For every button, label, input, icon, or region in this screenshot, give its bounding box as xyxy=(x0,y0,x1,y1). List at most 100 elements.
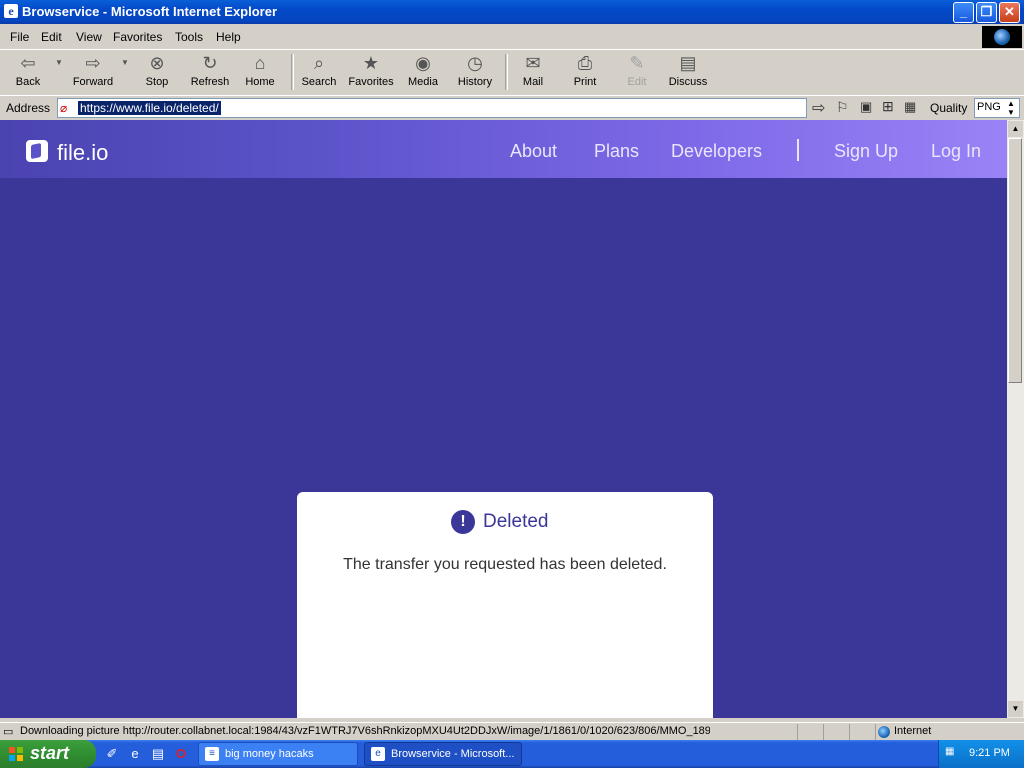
home-button[interactable]: ⌂ Home xyxy=(242,52,278,92)
favorites-button[interactable]: ★ Favorites xyxy=(346,52,396,92)
status-bar: ▭ Downloading picture http://router.coll… xyxy=(0,722,1024,741)
nav-developers[interactable]: Developers xyxy=(671,141,762,162)
go-arrow-icon[interactable]: ⇨ xyxy=(812,98,825,118)
quality-select[interactable]: PNG ▲ ▼ xyxy=(974,98,1020,118)
card-title: Deleted xyxy=(483,511,549,532)
minimize-button[interactable]: _ xyxy=(953,2,974,23)
clipboard-icon[interactable]: ▦ xyxy=(904,99,916,115)
toolbar: ⇦ Back ▼ ⇨ Forward ▼ ⊗ Stop ↻ Refresh ⌂ … xyxy=(0,49,1024,94)
windows-flag-icon xyxy=(9,747,23,761)
menu-bar: File Edit View Favorites Tools Help xyxy=(0,26,980,46)
nav-about[interactable]: About xyxy=(510,141,557,162)
discuss-button[interactable]: ▤ Discuss xyxy=(668,52,708,92)
quicklaunch-ie-icon[interactable]: e xyxy=(127,746,143,762)
address-bar: Address ⌀ https://www.file.io/deleted/ ⇨… xyxy=(0,95,1024,121)
nav-divider xyxy=(797,139,799,161)
scroll-up-arrow-icon[interactable]: ▲ xyxy=(1008,121,1023,137)
nav-plans[interactable]: Plans xyxy=(594,141,639,162)
printer-icon: ⎙ xyxy=(577,53,593,73)
bookmark-icon[interactable]: ⚐ xyxy=(836,99,849,116)
fileio-logo-icon[interactable] xyxy=(26,140,48,162)
mail-button[interactable]: ✉ Mail xyxy=(518,52,548,92)
print-button[interactable]: ⎙ Print xyxy=(570,52,600,92)
menu-tools[interactable]: Tools xyxy=(175,30,203,44)
back-dropdown[interactable]: ▼ xyxy=(52,52,66,92)
deleted-card: ! Deleted The transfer you requested has… xyxy=(297,492,713,718)
history-icon: ◷ xyxy=(467,53,483,73)
quicklaunch-desktop-icon[interactable]: ▤ xyxy=(150,746,166,762)
edit-button[interactable]: ✎ Edit xyxy=(622,52,652,92)
site-logo-text[interactable]: file.io xyxy=(57,140,108,166)
close-button[interactable]: ✕ xyxy=(999,2,1020,23)
card-message: The transfer you requested has been dele… xyxy=(343,556,667,573)
history-button[interactable]: ◷ History xyxy=(456,52,494,92)
toolbar-separator xyxy=(291,54,294,90)
site-header: file.io About Plans Developers Sign Up L… xyxy=(0,120,1007,178)
security-zone: Internet xyxy=(875,724,1024,740)
status-pane xyxy=(797,724,822,740)
vertical-scrollbar[interactable]: ▲ ▼ xyxy=(1007,120,1024,718)
edit-page-icon: ✎ xyxy=(629,53,645,73)
ie-logo-icon: e xyxy=(4,4,18,18)
dropdown-arrow-icon: ▼ xyxy=(55,58,63,67)
toolbar-separator xyxy=(505,54,508,90)
search-button[interactable]: ⌕ Search xyxy=(300,52,338,92)
window-title: Browservice - Microsoft Internet Explore… xyxy=(22,4,278,19)
refresh-button[interactable]: ↻ Refresh xyxy=(188,52,232,92)
tray-network-icon[interactable]: ▦ xyxy=(945,746,961,762)
address-input[interactable]: ⌀ https://www.file.io/deleted/ xyxy=(57,98,807,118)
spinner-arrows-icon[interactable]: ▲ ▼ xyxy=(1007,99,1015,117)
address-url[interactable]: https://www.file.io/deleted/ xyxy=(78,101,221,115)
status-pane xyxy=(849,724,874,740)
stop-icon: ⊗ xyxy=(149,53,165,73)
windows-throbber-icon xyxy=(982,26,1022,48)
stop-button[interactable]: ⊗ Stop xyxy=(140,52,174,92)
title-bar: e Browservice - Microsoft Internet Explo… xyxy=(0,0,1024,24)
menu-help[interactable]: Help xyxy=(216,30,241,44)
system-tray: ▦ 9:21 PM xyxy=(938,740,1024,768)
internet-globe-icon xyxy=(878,726,890,738)
notepad-icon: ≡ xyxy=(205,747,219,761)
quicklaunch-pen-icon[interactable]: ✐ xyxy=(104,746,120,762)
forward-button[interactable]: ⇨ Forward xyxy=(70,52,116,92)
mail-icon: ✉ xyxy=(525,53,541,73)
quality-label: Quality xyxy=(930,101,968,115)
menu-favorites[interactable]: Favorites xyxy=(113,30,162,44)
forward-dropdown[interactable]: ▼ xyxy=(118,52,132,92)
nav-log-in[interactable]: Log In xyxy=(931,141,981,162)
scroll-down-arrow-icon[interactable]: ▼ xyxy=(1008,701,1023,717)
page-view-icon[interactable]: ▣ xyxy=(860,99,872,115)
menu-view[interactable]: View xyxy=(76,30,102,44)
maximize-button[interactable]: ❐ xyxy=(976,2,997,23)
exclamation-icon: ! xyxy=(451,510,475,534)
media-button[interactable]: ◉ Media xyxy=(406,52,440,92)
nav-sign-up[interactable]: Sign Up xyxy=(834,141,898,162)
loading-page-icon: ▭ xyxy=(3,726,14,738)
find-binoculars-icon[interactable]: ⊞ xyxy=(882,98,894,115)
zone-label: Internet xyxy=(894,725,932,737)
dropdown-arrow-icon: ▼ xyxy=(121,58,129,67)
page-content: file.io About Plans Developers Sign Up L… xyxy=(0,120,1007,718)
menu-edit[interactable]: Edit xyxy=(41,30,62,44)
media-icon: ◉ xyxy=(415,53,431,73)
clock: 9:21 PM xyxy=(969,747,1010,759)
taskbar-item-browser[interactable]: e Browservice - Microsoft... xyxy=(364,742,522,766)
scrollbar-thumb[interactable] xyxy=(1008,138,1022,383)
ie-logo-icon: e xyxy=(371,747,385,761)
status-text: Downloading picture http://router.collab… xyxy=(20,725,710,737)
taskbar-item-notepad[interactable]: ≡ big money hacaks xyxy=(198,742,358,766)
back-button[interactable]: ⇦ Back xyxy=(10,52,46,92)
quality-value: PNG xyxy=(977,101,1001,113)
address-label: Address xyxy=(6,101,51,115)
discuss-icon: ▤ xyxy=(679,53,697,73)
favorites-star-icon: ★ xyxy=(362,53,380,73)
menu-file[interactable]: File xyxy=(10,30,29,44)
search-icon: ⌕ xyxy=(313,53,325,73)
back-arrow-icon: ⇦ xyxy=(20,53,36,73)
page-icon: ⌀ xyxy=(60,101,68,115)
forward-arrow-icon: ⇨ xyxy=(85,53,101,73)
status-pane xyxy=(823,724,848,740)
quicklaunch-opera-icon[interactable]: O xyxy=(173,746,189,762)
start-button[interactable]: start xyxy=(0,740,96,768)
refresh-icon: ↻ xyxy=(202,53,218,73)
